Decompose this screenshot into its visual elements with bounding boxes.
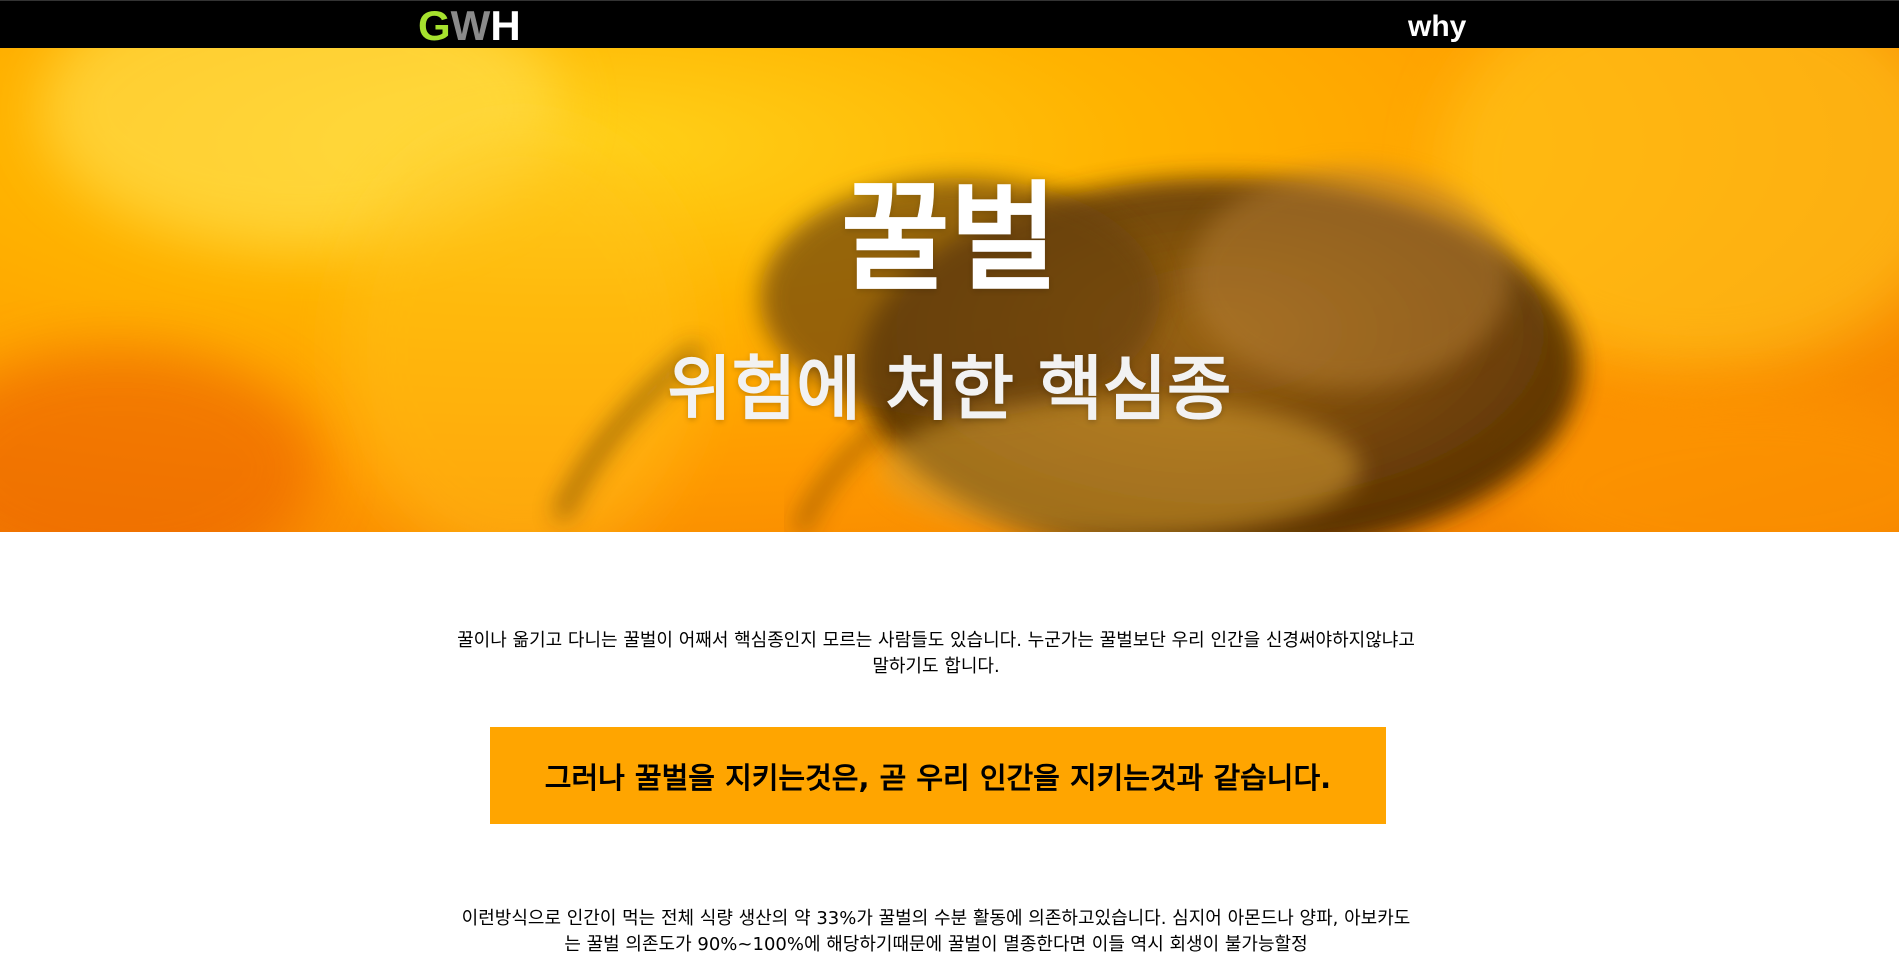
intro-paragraph: 꿀이나 옮기고 다니는 꿀벌이 어째서 핵심종인지 모르는 사람들도 있습니다.… [457,630,1415,677]
hero-title: 꿀벌 [840,169,1059,307]
logo-letter-g: G [418,2,451,49]
logo-letter-h: H [490,2,521,49]
top-nav-bar: GWH why [0,0,1899,49]
nav-link-why[interactable]: why [1408,7,1466,47]
callout-box: 그러나 꿀벌을 지키는것은, 곧 우리 인간을 지키는것과 같습니다. [490,727,1386,824]
hero-banner: 꿀벌 위험에 처한 핵심종 [0,48,1899,532]
callout-text: 그러나 꿀벌을 지키는것은, 곧 우리 인간을 지키는것과 같습니다. [544,760,1332,795]
gwh-logo[interactable]: GWH [418,3,521,49]
hero-subtitle: 위험에 처한 핵심종 [667,348,1232,430]
logo-letter-w: W [450,2,491,49]
pollination-paragraph: 이런방식으로 인간이 먹는 전체 식량 생산의 약 33%가 꿀벌의 수분 활동… [461,908,1411,955]
